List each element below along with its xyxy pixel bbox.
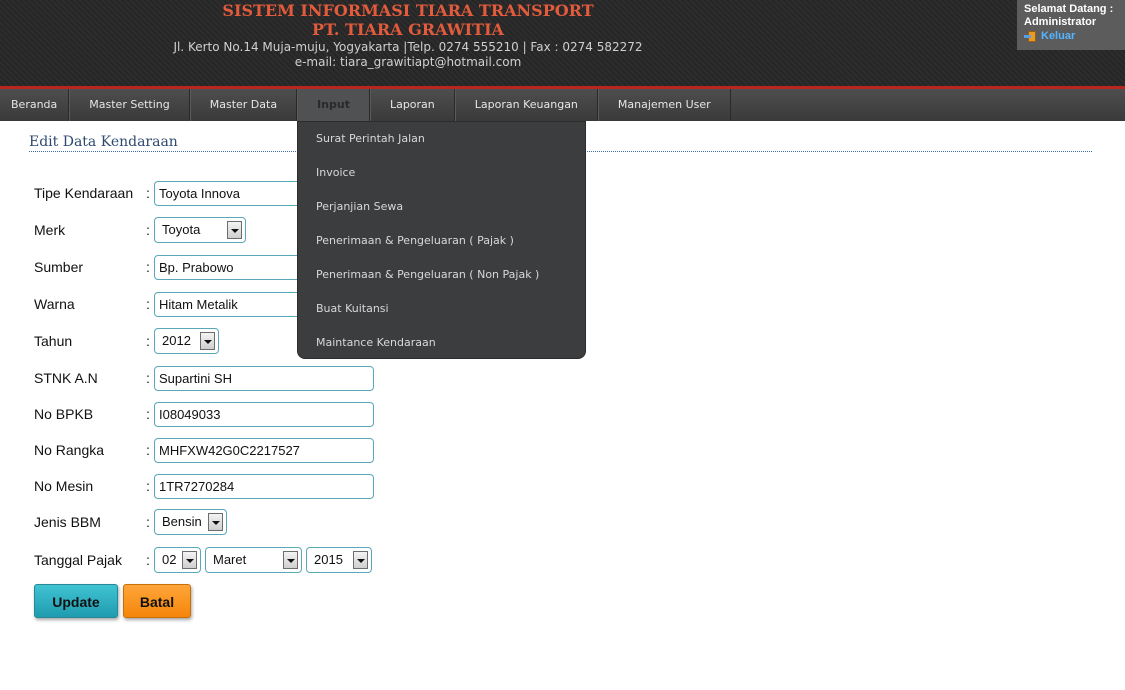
colon: : — [146, 514, 150, 530]
row-bpkb: No BPKB : I08049033 — [34, 401, 374, 427]
pajak-month-value: Maret — [213, 552, 247, 567]
nav-laporan-keuangan[interactable]: Laporan Keuangan — [454, 89, 598, 121]
chevron-down-icon[interactable] — [353, 551, 368, 569]
colon: : — [146, 259, 150, 275]
chevron-down-icon[interactable] — [208, 513, 223, 531]
pajak-month-select[interactable]: Maret — [205, 547, 302, 573]
company-email: e-mail: tiara_grawitiapt@hotmail.com — [294, 55, 522, 69]
label-pajak: Tanggal Pajak — [34, 552, 122, 568]
label-merk: Merk — [34, 222, 66, 238]
page-title: Edit Data Kendaraan — [29, 134, 178, 150]
menu-item-maintance[interactable]: Maintance Kendaraan — [298, 326, 585, 360]
bbm-value: Bensin — [162, 514, 202, 529]
cancel-button[interactable]: Batal — [123, 584, 191, 618]
row-mesin: No Mesin : 1TR7270284 — [34, 473, 374, 499]
welcome-label: Selamat Datang : — [1024, 3, 1114, 15]
logout-icon — [1024, 30, 1036, 42]
user-name: Administrator — [1024, 16, 1097, 28]
nav-master-data[interactable]: Master Data — [189, 89, 298, 121]
app-header: SISTEM INFORMASI TIARA TRANSPORT PT. TIA… — [0, 0, 1125, 86]
stnk-input[interactable]: Supartini SH — [154, 365, 374, 391]
colon: : — [146, 406, 150, 422]
company-address: Jl. Kerto No.14 Muja-muju, Yogyakarta |T… — [173, 40, 643, 54]
logout-link[interactable]: Keluar — [1024, 30, 1125, 42]
chevron-down-icon[interactable] — [283, 551, 298, 569]
bbm-select[interactable]: Bensin — [154, 509, 227, 535]
menu-item-invoice[interactable]: Invoice — [298, 156, 585, 190]
label-stnk: STNK A.N — [34, 370, 98, 386]
colon: : — [146, 222, 150, 238]
row-bbm: Jenis BBM : Bensin — [34, 509, 227, 535]
label-tahun: Tahun — [34, 333, 73, 349]
merk-value: Toyota — [162, 222, 201, 237]
colon: : — [146, 370, 150, 386]
label-sumber: Sumber — [34, 259, 84, 275]
app-title: SISTEM INFORMASI TIARA TRANSPORT — [222, 1, 594, 20]
nav-beranda[interactable]: Beranda — [0, 89, 70, 121]
nav-input[interactable]: Input — [297, 89, 370, 121]
row-merk: Merk : Toyota — [34, 217, 246, 243]
colon: : — [146, 296, 150, 312]
main-nav: Beranda Master Setting Master Data Input… — [0, 89, 1125, 121]
row-stnk: STNK A.N : Supartini SH — [34, 365, 374, 391]
input-dropdown-menu: Surat Perintah Jalan Invoice Perjanjian … — [297, 121, 586, 359]
label-bbm: Jenis BBM — [34, 514, 101, 530]
tahun-value: 2012 — [162, 333, 191, 348]
colon: : — [146, 442, 150, 458]
menu-item-perjanjian-sewa[interactable]: Perjanjian Sewa — [298, 190, 585, 224]
menu-item-kuitansi[interactable]: Buat Kuitansi — [298, 292, 585, 326]
colon: : — [146, 333, 150, 349]
label-tipe: Tipe Kendaraan — [34, 185, 134, 201]
bpkb-input[interactable]: I08049033 — [154, 401, 374, 427]
colon: : — [146, 478, 150, 494]
user-panel: Selamat Datang : Administrator Keluar — [1017, 0, 1125, 50]
label-mesin: No Mesin — [34, 478, 94, 494]
tahun-select[interactable]: 2012 — [154, 328, 219, 354]
menu-item-pajak[interactable]: Penerimaan & Pengeluaran ( Pajak ) — [298, 224, 585, 258]
pajak-day-select[interactable]: 02 — [154, 547, 201, 573]
pajak-day-value: 02 — [162, 552, 177, 567]
mesin-input[interactable]: 1TR7270284 — [154, 473, 374, 499]
label-bpkb: No BPKB — [34, 406, 94, 422]
merk-select[interactable]: Toyota — [154, 217, 246, 243]
nav-manajemen-user[interactable]: Manajemen User — [597, 89, 731, 121]
colon: : — [146, 185, 150, 201]
row-pajak: Tanggal Pajak : 02 Maret 2015 — [34, 547, 372, 573]
pajak-year-value: 2015 — [314, 552, 343, 567]
nav-laporan[interactable]: Laporan — [369, 89, 455, 121]
logout-label[interactable]: Keluar — [1041, 30, 1075, 42]
menu-item-non-pajak[interactable]: Penerimaan & Pengeluaran ( Non Pajak ) — [298, 258, 585, 292]
chevron-down-icon[interactable] — [182, 551, 197, 569]
nav-master-setting[interactable]: Master Setting — [69, 89, 190, 121]
update-button[interactable]: Update — [34, 584, 118, 618]
rangka-input[interactable]: MHFXW42G0C2217527 — [154, 437, 374, 463]
row-rangka: No Rangka : MHFXW42G0C2217527 — [34, 437, 374, 463]
row-tahun: Tahun : 2012 — [34, 328, 219, 354]
menu-item-surat-perintah-jalan[interactable]: Surat Perintah Jalan — [298, 122, 585, 156]
company-name: PT. TIARA GRAWITIA — [312, 20, 504, 39]
label-warna: Warna — [34, 296, 75, 312]
colon: : — [146, 552, 150, 568]
label-rangka: No Rangka — [34, 442, 105, 458]
chevron-down-icon[interactable] — [200, 332, 215, 350]
pajak-year-select[interactable]: 2015 — [306, 547, 372, 573]
chevron-down-icon[interactable] — [227, 221, 242, 239]
